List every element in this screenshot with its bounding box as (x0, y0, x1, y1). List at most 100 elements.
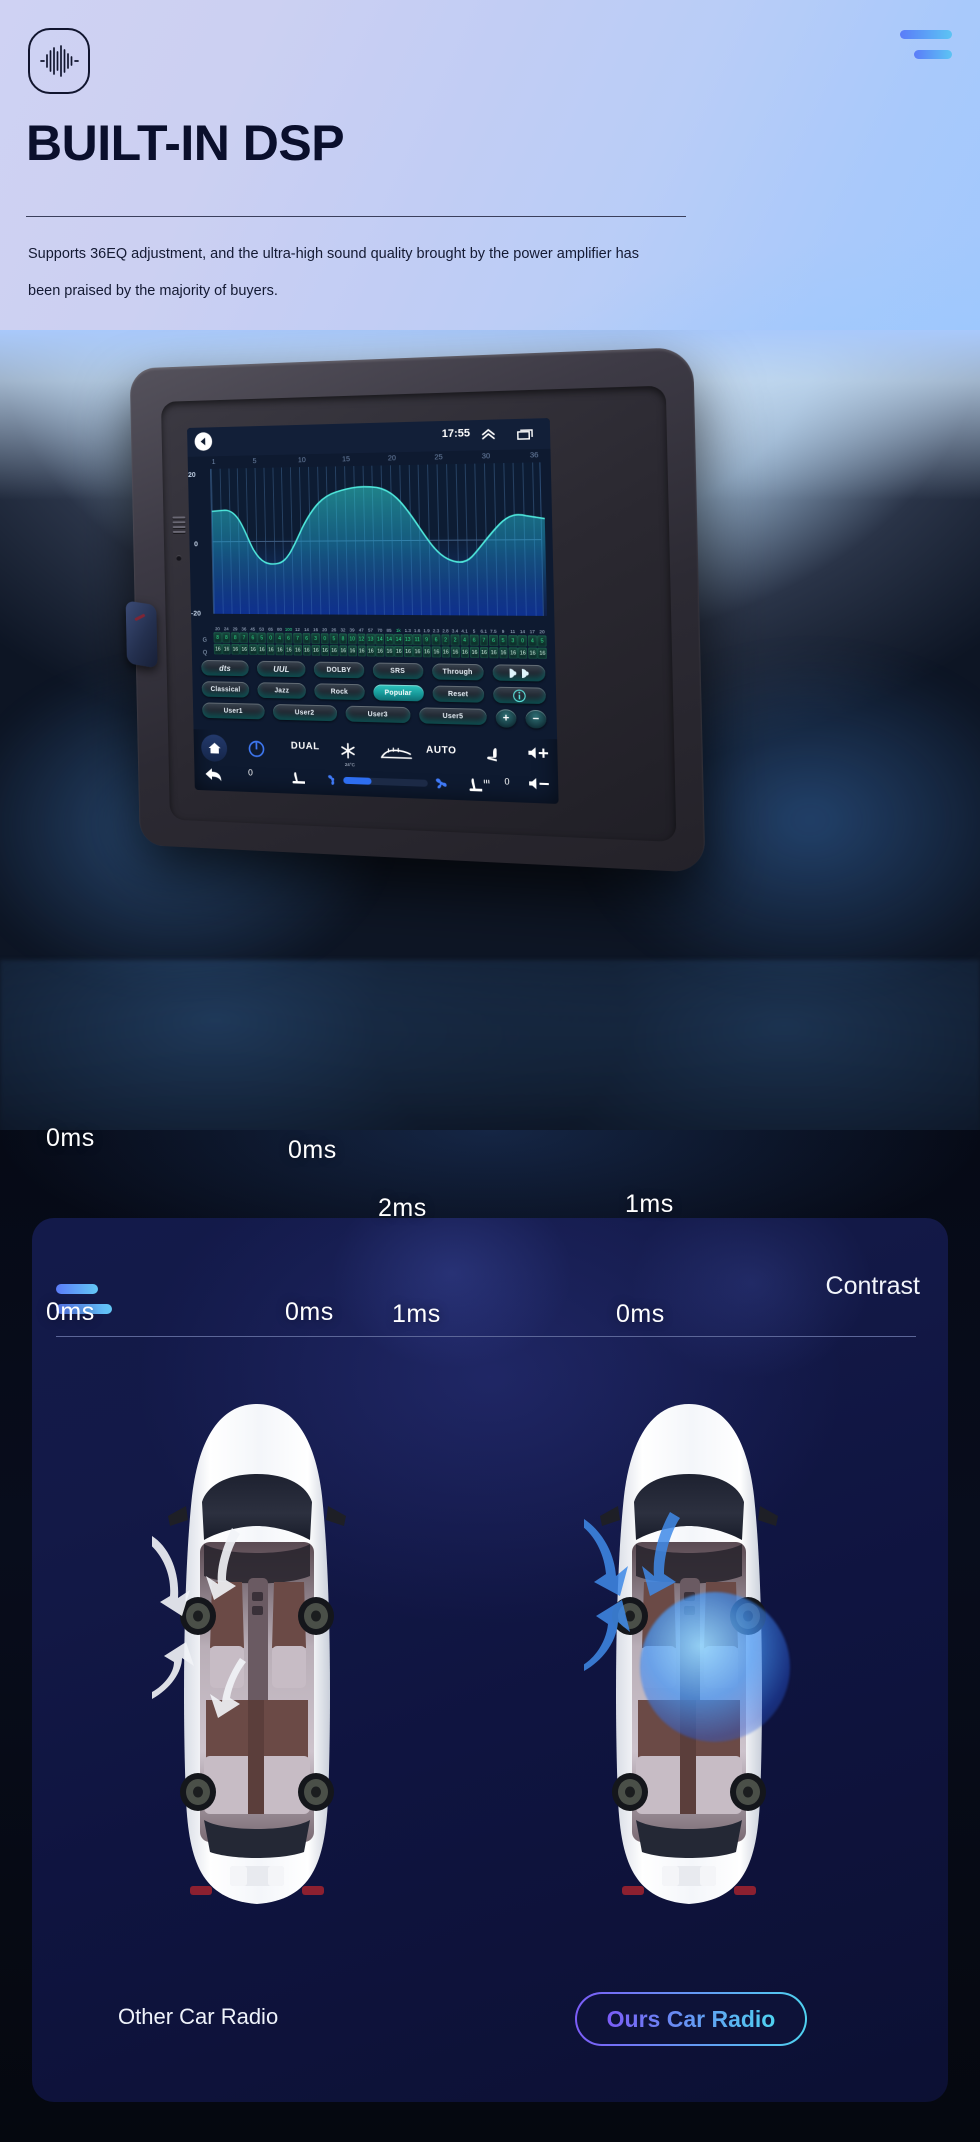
eq-q-cell: 16 (231, 643, 240, 655)
snowflake-icon[interactable] (340, 742, 357, 764)
power-icon[interactable] (247, 739, 265, 763)
back-arrow-icon[interactable] (204, 767, 225, 788)
home-icon[interactable] (200, 734, 228, 763)
preset-jazz-button[interactable]: Jazz (257, 682, 307, 699)
seat-icon[interactable] (483, 746, 502, 769)
freq-label: 70 (377, 627, 383, 633)
eq-gain-cell: 4 (275, 632, 284, 644)
eq-gain-cell: 4 (527, 635, 537, 647)
eq-gain-cell: 5 (498, 634, 508, 647)
hamburger-icon[interactable] (888, 28, 952, 62)
eq-gain-cell: 8 (338, 633, 348, 645)
freq-label: 57 (367, 627, 374, 633)
audio-waveform-icon (28, 28, 90, 94)
eq-frequency-table[interactable]: 20 24 29 36 45 53 65 80 100 12 14 16 20 … (191, 624, 556, 660)
eq-gain-cell: 10 (347, 633, 357, 645)
temperature-display: 24°C (344, 762, 355, 768)
fan-high-icon[interactable] (434, 776, 449, 796)
chevron-up-icon[interactable] (481, 427, 496, 446)
eq-ytick-top: 20 (187, 470, 196, 479)
freq-label: 1.6 (413, 628, 421, 634)
eq-gain-cell: 4 (460, 634, 470, 646)
eq-q-cell: 16 (431, 646, 441, 658)
eq-q-cell: 16 (293, 644, 303, 656)
eq-q-cell: 16 (213, 643, 222, 655)
freq-label: 53 (259, 626, 265, 632)
bezel-side-knob[interactable] (125, 600, 158, 669)
preset-classical-button[interactable]: Classical (201, 681, 250, 698)
preset-user1-button[interactable]: User1 (202, 702, 265, 720)
freq-label: 29 (232, 626, 238, 632)
eq-gain-cell: 7 (479, 634, 489, 646)
other-car-diagram (152, 1400, 362, 1920)
eq-xtick: 30 (481, 451, 491, 461)
eq-xtick: 5 (252, 456, 257, 466)
eq-gain-cell: 5 (257, 632, 266, 644)
preset-srs-button[interactable]: SRS (372, 662, 424, 680)
fan-speed-slider[interactable] (343, 776, 428, 787)
preset-reset-button[interactable]: Reset (432, 685, 485, 703)
eq-gain-cell: 6 (469, 634, 479, 646)
eq-gain-cell: 6 (431, 634, 441, 646)
info-icon[interactable] (492, 686, 546, 705)
balance-icon[interactable] (492, 664, 546, 682)
back-arrow-icon[interactable] (194, 432, 213, 451)
eq-xtick: 36 (529, 450, 539, 460)
eq-gain-cell: 11 (412, 634, 422, 646)
minus-button[interactable]: − (525, 709, 547, 729)
car-dashboard-photo: 17:55 1 5 10 15 20 25 30 36 20 0 -20 20 … (0, 330, 980, 1230)
eq-q-cell: 16 (257, 644, 267, 656)
eq-q-cell: 16 (403, 645, 413, 658)
preset-user3-button[interactable]: User3 (345, 705, 411, 724)
sound-focus-sphere (640, 1592, 790, 1742)
left-temp-value[interactable]: 0 (248, 768, 253, 778)
ours-car-front-right-delay: 1ms (625, 1190, 674, 1218)
preset-user2-button[interactable]: User2 (272, 704, 337, 722)
eq-q-cell: 16 (489, 647, 499, 659)
auto-label[interactable]: AUTO (426, 745, 457, 757)
eq-q-cell: 16 (302, 644, 312, 656)
right-temp-value[interactable]: 0 (504, 776, 509, 786)
preset-label: Jazz (274, 686, 290, 695)
volume-up-icon[interactable] (526, 746, 551, 766)
freq-label: 24 (223, 626, 229, 632)
freq-label: 36 (241, 626, 247, 632)
volume-down-icon[interactable] (527, 776, 552, 796)
preset-dolby-button[interactable]: DOLBY (314, 661, 364, 679)
eq-gain-cell: 3 (311, 633, 320, 645)
preset-popular-button[interactable]: Popular (372, 684, 424, 702)
plus-button[interactable]: + (495, 709, 517, 728)
preset-through-button[interactable]: Through (431, 663, 484, 681)
preset-label: User5 (442, 712, 464, 720)
preset-row-3: User1 User2 User3 User5 + − (202, 702, 547, 729)
eq-xtick: 25 (434, 452, 443, 462)
eq-q-cell: 16 (479, 646, 489, 659)
eq-preset-panel[interactable]: dts UUL DOLBY SRS Through Classical Jazz… (191, 654, 558, 740)
preset-user5-button[interactable]: User5 (419, 707, 487, 726)
freq-label: 6.1 (480, 628, 488, 634)
dual-label[interactable]: DUAL (291, 741, 320, 753)
recent-apps-icon[interactable] (517, 427, 534, 446)
page-subtitle: Supports 36EQ adjustment, and the ultra-… (28, 246, 639, 299)
eq-ytick-mid: 0 (194, 539, 199, 549)
eq-graph[interactable]: 1 5 10 15 20 25 30 36 20 0 -20 (187, 448, 555, 628)
ours-car-rear-left-delay: 1ms (392, 1300, 441, 1328)
heated-seat-icon[interactable] (468, 776, 491, 798)
status-time: 17:55 (441, 427, 471, 441)
eq-q-cell: 16 (275, 644, 285, 656)
rear-defrost-icon[interactable] (380, 745, 414, 765)
fan-low-icon[interactable] (326, 772, 340, 791)
eq-plot-area[interactable] (209, 462, 548, 616)
eq-q-cell: 16 (385, 645, 394, 657)
preset-uul-button[interactable]: UUL (257, 660, 306, 678)
preset-dts-button[interactable]: dts (201, 659, 249, 677)
eq-gain-cell: 9 (422, 634, 432, 646)
eq-gain-cell: 7 (239, 632, 249, 644)
preset-label: User2 (294, 708, 315, 717)
seat-recline-icon[interactable] (291, 771, 308, 791)
eq-q-cell: 16 (469, 646, 480, 659)
preset-rock-button[interactable]: Rock (314, 683, 365, 701)
ours-car-label-pill[interactable]: Ours Car Radio (575, 1992, 807, 2046)
eq-q-cell: 16 (375, 645, 385, 657)
radio-screen[interactable]: 17:55 1 5 10 15 20 25 30 36 20 0 -20 20 … (187, 418, 559, 804)
